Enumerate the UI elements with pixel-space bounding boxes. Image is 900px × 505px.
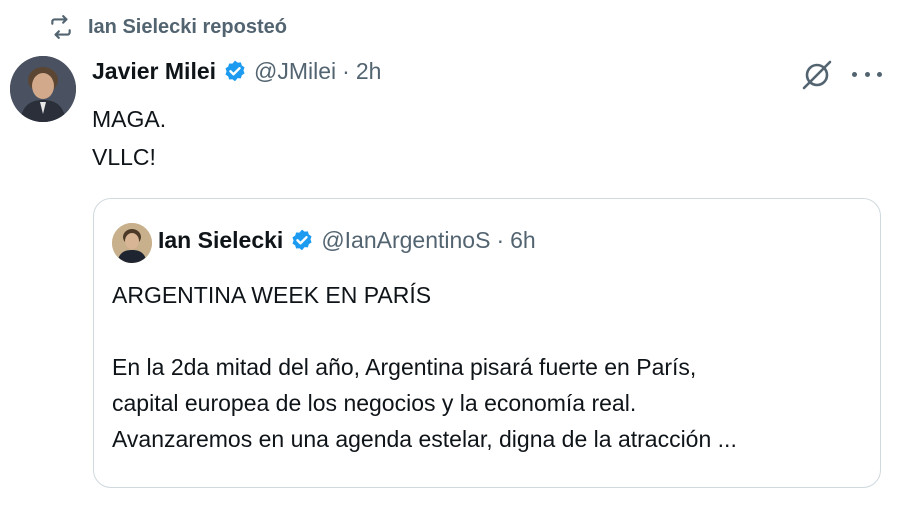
tweet-text: MAGA. VLLC!	[92, 100, 166, 176]
tweet-line: MAGA.	[92, 106, 167, 132]
quote-author-name[interactable]: Ian Sielecki	[158, 227, 283, 254]
separator-dot: ·	[342, 58, 350, 84]
author-avatar[interactable]	[10, 56, 76, 122]
author-handle[interactable]: @JMilei	[254, 58, 336, 85]
verified-badge-icon	[225, 60, 245, 81]
quote-time[interactable]: 6h	[510, 227, 536, 254]
quote-header: Ian Sielecki @IanArgentinoS · 6h	[158, 227, 536, 254]
quote-line: En la 2da mitad del año, Argentina pisar…	[112, 354, 697, 380]
verified-badge-icon	[292, 229, 312, 250]
quoted-tweet[interactable]: Ian Sielecki @IanArgentinoS · 6h ARGENTI…	[93, 198, 881, 488]
repost-icon	[51, 15, 71, 39]
quote-line: Avanzaremos en una agenda estelar, digna…	[112, 426, 737, 452]
repost-label: Ian Sielecki reposteó	[88, 15, 287, 38]
repost-indicator[interactable]: Ian Sielecki reposteó	[48, 14, 287, 40]
author-name[interactable]: Javier Milei	[92, 58, 216, 85]
tweet-time[interactable]: 2h	[356, 58, 382, 85]
quote-title: ARGENTINA WEEK EN PARÍS	[112, 282, 432, 308]
quote-text: ARGENTINA WEEK EN PARÍS En la 2da mitad …	[112, 277, 862, 457]
grok-icon[interactable]	[800, 58, 834, 92]
quote-author-avatar[interactable]	[112, 223, 152, 263]
tweet-line: VLLC!	[92, 144, 156, 170]
quote-author-handle[interactable]: @IanArgentinoS	[321, 227, 490, 254]
separator-dot: ·	[496, 227, 505, 253]
tweet-header: Javier Milei @JMilei · 2h	[92, 58, 381, 85]
more-icon[interactable]	[852, 62, 882, 86]
quote-line: capital europea de los negocios y la eco…	[112, 390, 637, 416]
